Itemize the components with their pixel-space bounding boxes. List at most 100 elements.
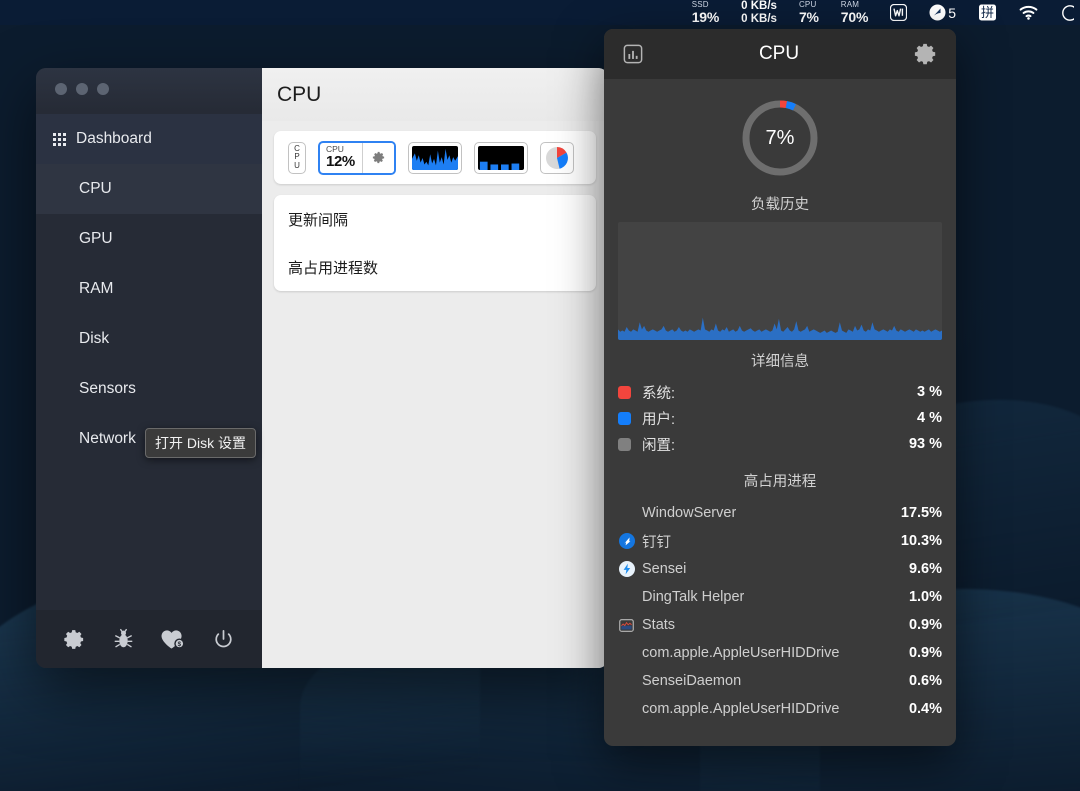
minimize-button[interactable] bbox=[76, 83, 88, 95]
menubar-ssd[interactable]: SSD 19% bbox=[692, 1, 719, 24]
setting-label: 更新间隔 bbox=[288, 209, 348, 230]
load-history-title: 负载历史 bbox=[618, 193, 942, 214]
power-icon[interactable] bbox=[212, 628, 235, 651]
table-row[interactable]: DingTalk Helper 1.0% bbox=[618, 583, 942, 611]
table-row[interactable]: WindowServer 17.5% bbox=[618, 499, 942, 527]
top-processes-title: 高占用进程 bbox=[618, 470, 942, 491]
sidebar-item-label: RAM bbox=[53, 280, 113, 298]
widget-preview-bar-chart[interactable] bbox=[474, 142, 528, 174]
process-value: 0.4% bbox=[901, 701, 942, 717]
cpu-gauge-wrap: 7% bbox=[618, 85, 942, 183]
process-value: 0.9% bbox=[901, 617, 942, 633]
widget-preview-mini-label[interactable]: C P U bbox=[288, 142, 306, 174]
sidebar-nav: Dashboard CPU GPU RAM Disk Sensors Netwo… bbox=[36, 110, 262, 464]
control-center-icon[interactable] bbox=[1060, 5, 1074, 21]
process-name: WindowServer bbox=[642, 505, 736, 521]
process-name: com.apple.AppleUserHIDDrive bbox=[642, 645, 839, 661]
sidebar-item-label: Sensors bbox=[53, 380, 136, 398]
widget-value-number: 12% bbox=[326, 154, 355, 170]
menubar-ram-value: 70% bbox=[841, 10, 868, 24]
gear-icon[interactable] bbox=[914, 42, 938, 66]
widget-mini-label-u: U bbox=[294, 162, 300, 170]
sidebar-item-label: GPU bbox=[53, 230, 113, 248]
widget-preview-line-chart[interactable] bbox=[408, 142, 462, 174]
notification-icon[interactable]: 5 bbox=[929, 4, 956, 21]
sidebar-item-dashboard[interactable]: Dashboard bbox=[36, 114, 262, 164]
menubar-ram[interactable]: RAM 70% bbox=[841, 1, 868, 24]
sidebar-item-disk[interactable]: Disk bbox=[36, 314, 262, 364]
detail-idle: 闲置: 93 % bbox=[618, 431, 942, 457]
wps-office-icon[interactable] bbox=[890, 4, 907, 21]
process-name: DingTalk Helper bbox=[642, 589, 744, 605]
heart-donate-icon[interactable]: $ bbox=[160, 628, 185, 650]
menubar-cpu-label: CPU bbox=[799, 1, 817, 9]
sidebar-item-cpu[interactable]: CPU bbox=[36, 164, 262, 214]
sidebar-item-gpu[interactable]: GPU bbox=[36, 214, 262, 264]
close-button[interactable] bbox=[55, 83, 67, 95]
table-row[interactable]: SenseiDaemon 0.6% bbox=[618, 667, 942, 695]
dingtalk-icon bbox=[618, 533, 635, 550]
detail-user: 用户: 4 % bbox=[618, 405, 942, 431]
table-row[interactable]: 钉钉 10.3% bbox=[618, 527, 942, 555]
detail-value: 4 % bbox=[917, 410, 942, 426]
cpu-gauge: 7% bbox=[739, 97, 821, 179]
table-row[interactable]: com.apple.AppleUserHIDDrive 0.9% bbox=[618, 639, 942, 667]
bar-chart-icon bbox=[478, 146, 524, 170]
settings-main-panel: CPU C P U CPU 12% bbox=[262, 68, 608, 668]
setting-row-top-process-count[interactable]: 高占用进程数 bbox=[288, 243, 582, 291]
pie-chart-icon bbox=[545, 146, 569, 170]
process-name: com.apple.AppleUserHIDDrive bbox=[642, 701, 839, 717]
popup-header: CPU bbox=[604, 29, 956, 79]
widget-preview-value-selected[interactable]: CPU 12% bbox=[318, 141, 396, 175]
details-title: 详细信息 bbox=[618, 350, 942, 371]
sidebar-item-ram[interactable]: RAM bbox=[36, 264, 262, 314]
settings-rows: 更新间隔 高占用进程数 bbox=[274, 195, 596, 291]
menubar-cpu-value: 7% bbox=[799, 10, 819, 24]
bug-icon[interactable] bbox=[113, 628, 134, 650]
menubar-network[interactable]: 0 KB/s 0 KB/s bbox=[741, 0, 777, 25]
cpu-gauge-value: 7% bbox=[739, 97, 821, 179]
detail-label: 闲置: bbox=[642, 434, 675, 455]
settings-sidebar: Dashboard CPU GPU RAM Disk Sensors Netwo… bbox=[36, 68, 262, 668]
widget-preview-pie-chart[interactable] bbox=[540, 142, 574, 174]
wifi-icon[interactable] bbox=[1019, 5, 1038, 20]
sidebar-item-label: Dashboard bbox=[76, 130, 152, 148]
menu-bar: SSD 19% 0 KB/s 0 KB/s CPU 7% RAM 70% 5 拼 bbox=[0, 0, 1080, 25]
process-value: 0.9% bbox=[901, 645, 942, 661]
menubar-ram-label: RAM bbox=[841, 1, 859, 9]
sidebar-item-label: Disk bbox=[53, 330, 109, 348]
table-row[interactable]: Sensei 9.6% bbox=[618, 555, 942, 583]
window-traffic-lights bbox=[36, 68, 262, 110]
load-history-chart bbox=[618, 222, 942, 340]
setting-label: 高占用进程数 bbox=[288, 257, 378, 278]
system-color-swatch bbox=[618, 386, 631, 399]
popup-body: 7% 负载历史 详细信息 系统: 3 % 用户: 4 % 闲置: 93 % 高占… bbox=[604, 79, 956, 746]
table-row[interactable]: Stats 0.9% bbox=[618, 611, 942, 639]
sidebar-bottom-toolbar: $ bbox=[36, 610, 262, 668]
popup-title: CPU bbox=[644, 43, 914, 65]
table-row[interactable]: com.apple.AppleUserHIDDrive 0.4% bbox=[618, 695, 942, 723]
process-name: SenseiDaemon bbox=[642, 673, 741, 689]
detail-label: 用户: bbox=[642, 408, 675, 429]
menubar-network-up: 0 KB/s bbox=[741, 0, 777, 13]
process-value: 17.5% bbox=[893, 505, 942, 521]
sidebar-item-sensors[interactable]: Sensors bbox=[36, 364, 262, 414]
zoom-button[interactable] bbox=[97, 83, 109, 95]
widget-selector: C P U CPU 12% bbox=[274, 131, 596, 184]
process-value: 1.0% bbox=[901, 589, 942, 605]
process-name: 钉钉 bbox=[642, 531, 671, 552]
widget-gear-icon[interactable] bbox=[362, 143, 394, 173]
menubar-cpu[interactable]: CPU 7% bbox=[799, 1, 819, 24]
menubar-network-down: 0 KB/s bbox=[741, 13, 777, 26]
disk-settings-tooltip: 打开 Disk 设置 bbox=[145, 428, 256, 458]
gear-icon[interactable] bbox=[63, 628, 86, 651]
sidebar-item-label: CPU bbox=[53, 180, 112, 198]
process-value: 9.6% bbox=[901, 561, 942, 577]
svg-text:拼: 拼 bbox=[981, 6, 994, 21]
setting-row-update-interval[interactable]: 更新间隔 bbox=[288, 195, 582, 243]
notification-badge: 5 bbox=[948, 5, 956, 21]
page-title: CPU bbox=[262, 68, 608, 121]
pinyin-input-icon[interactable]: 拼 bbox=[978, 4, 997, 21]
detail-value: 93 % bbox=[909, 436, 942, 452]
chart-icon[interactable] bbox=[622, 43, 644, 65]
